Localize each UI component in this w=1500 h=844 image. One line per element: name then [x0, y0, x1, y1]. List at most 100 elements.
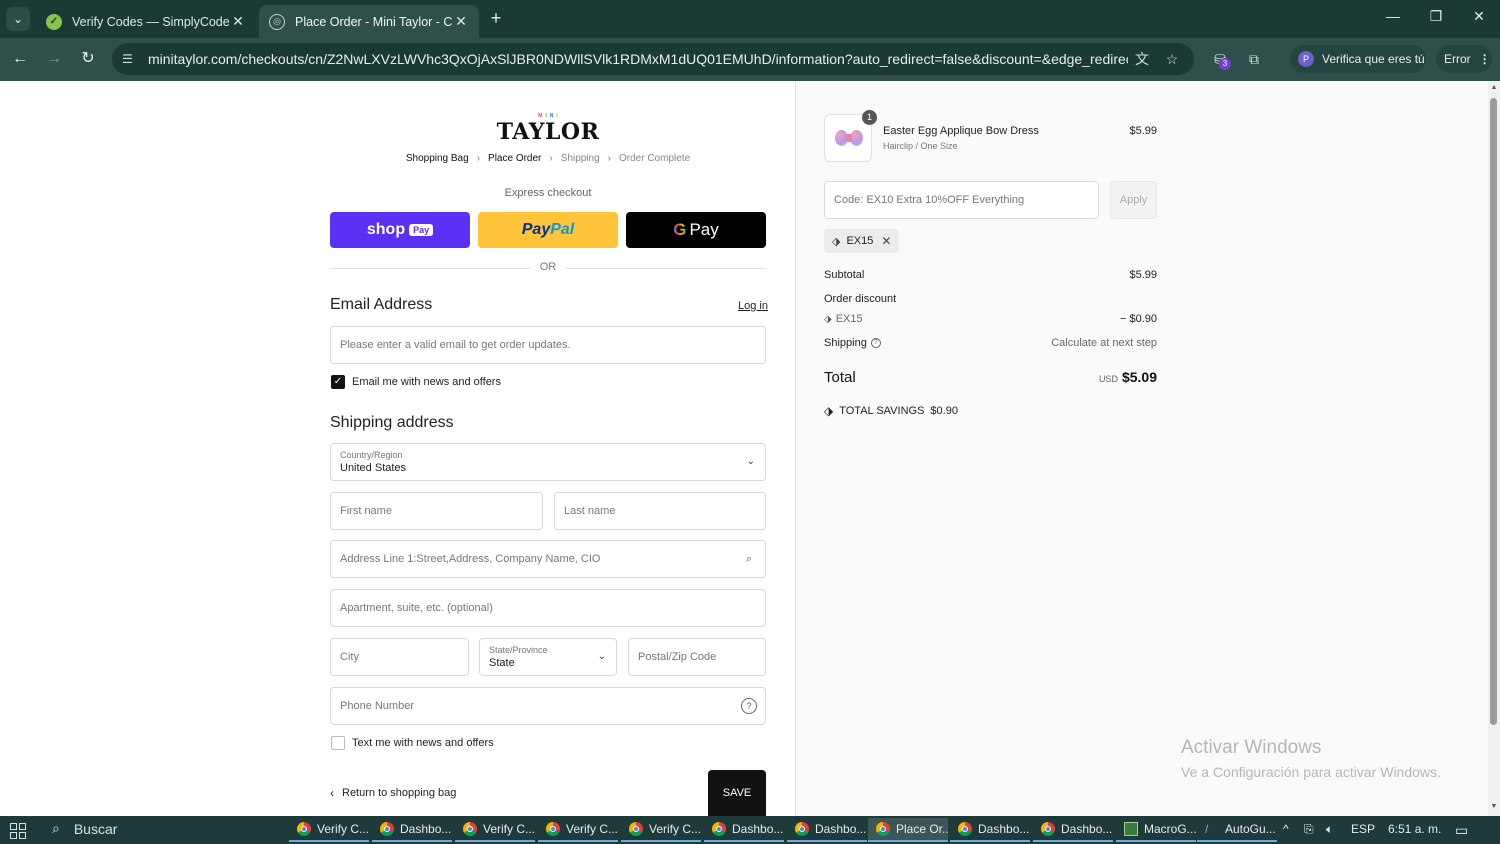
- start-button[interactable]: [10, 823, 26, 839]
- total-savings: ⬗ TOTAL SAVINGS $0.90: [824, 404, 958, 418]
- store-logo[interactable]: MINI TAYLOR: [448, 113, 648, 145]
- taskbar-item-active[interactable]: Place Or...: [868, 818, 948, 842]
- tag-icon: ⬗: [824, 404, 834, 418]
- tab-verify-codes[interactable]: ✓ Verify Codes — SimplyCodes ✕: [36, 5, 256, 38]
- order-summary: 1 Easter Egg Applique Bow Dress Hairclip…: [796, 81, 1488, 816]
- paypal-button[interactable]: Pay Pal: [478, 212, 618, 248]
- close-window-icon[interactable]: ✕: [1469, 8, 1489, 25]
- extensions-puzzle-icon[interactable]: ⧉: [1243, 48, 1265, 70]
- minimize-icon[interactable]: —: [1383, 8, 1403, 24]
- postal-code-field[interactable]: Postal/Zip Code: [628, 638, 766, 676]
- tab-place-order[interactable]: ◎ Place Order - Mini Taylor - Chec ✕: [259, 5, 479, 38]
- tab-search-button[interactable]: ⌄: [6, 7, 30, 31]
- avatar: P: [1298, 51, 1314, 67]
- page-scrollbar[interactable]: ▲ ▼: [1488, 81, 1500, 816]
- chevron-up-icon[interactable]: ^: [1283, 822, 1289, 836]
- save-button[interactable]: SAVE: [708, 770, 766, 816]
- clock[interactable]: 6:51 a. m.: [1388, 822, 1441, 836]
- chrome-icon: [958, 822, 972, 836]
- tab-title: Place Order - Mini Taylor - Chec: [295, 14, 453, 29]
- taskbar-item[interactable]: Dashbo...: [950, 818, 1030, 842]
- text-news-checkbox[interactable]: [331, 736, 345, 750]
- taskbar-item[interactable]: Verify C...: [455, 818, 535, 842]
- extension-badge: 3: [1219, 58, 1231, 70]
- language-indicator[interactable]: ESP: [1351, 822, 1375, 836]
- chrome-icon: [546, 822, 560, 836]
- address-bar[interactable]: ☰ minitaylor.com/checkouts/cn/Z2NwLXVzLW…: [112, 43, 1194, 75]
- taskbar-item[interactable]: Verify C...: [621, 818, 701, 842]
- first-name-field[interactable]: First name: [330, 492, 543, 530]
- error-menu-button[interactable]: Error ⋮: [1436, 45, 1492, 73]
- shipping-heading: Shipping address: [330, 414, 454, 431]
- shipping-row: Shipping? Calculate at next step: [824, 337, 1157, 349]
- chrome-icon: [463, 822, 477, 836]
- breadcrumb-shopping-bag[interactable]: Shopping Bag: [406, 153, 469, 164]
- close-tab-icon[interactable]: ✕: [453, 13, 469, 30]
- quantity-badge: 1: [862, 110, 877, 125]
- remove-code-icon[interactable]: ✕: [881, 234, 891, 248]
- total-row: Total USD $5.09: [824, 369, 1157, 386]
- last-name-field[interactable]: Last name: [554, 492, 766, 530]
- network-icon[interactable]: ⎘: [1304, 822, 1314, 837]
- return-to-bag-link[interactable]: ‹ Return to shopping bag: [330, 786, 456, 800]
- taskbar-item[interactable]: MacroG...: [1116, 818, 1196, 842]
- country-value: United States: [340, 462, 407, 474]
- chevron-down-icon: ⌄: [746, 456, 755, 467]
- taskbar-item[interactable]: / AutoGu...: [1197, 818, 1277, 842]
- breadcrumb: Shopping Bag › Place Order › Shipping › …: [330, 153, 766, 164]
- subtotal-row: Subtotal $5.99: [824, 269, 1157, 281]
- site-info-icon[interactable]: ☰: [122, 52, 140, 66]
- email-heading: Email Address: [330, 296, 433, 313]
- taskbar-item[interactable]: Dashbo...: [704, 818, 784, 842]
- chevron-right-icon: ›: [607, 153, 611, 164]
- url-text[interactable]: minitaylor.com/checkouts/cn/Z2NwLXVzLWVh…: [148, 51, 1128, 67]
- chrome-icon: [297, 822, 311, 836]
- apartment-field[interactable]: Apartment, suite, etc. (optional): [330, 589, 766, 627]
- express-checkout-label: Express checkout: [504, 187, 592, 199]
- help-icon[interactable]: ?: [741, 698, 757, 714]
- address-line1-field[interactable]: Address Line 1:Street,Address, Company N…: [330, 540, 766, 578]
- tag-icon: ⬗: [832, 235, 841, 248]
- new-tab-button[interactable]: +: [486, 8, 506, 29]
- chevron-down-icon: ⌄: [597, 651, 606, 662]
- city-field[interactable]: City: [330, 638, 469, 676]
- login-link[interactable]: Log in: [738, 300, 768, 312]
- phone-field[interactable]: Phone Number ?: [330, 687, 766, 725]
- taskbar-item[interactable]: Verify C...: [538, 818, 618, 842]
- taskbar-item[interactable]: Dashbo...: [1033, 818, 1113, 842]
- email-news-checkbox[interactable]: ✓: [331, 375, 345, 389]
- notification-icon[interactable]: ▭: [1455, 822, 1468, 839]
- taskbar-item[interactable]: Dashbo...: [372, 818, 452, 842]
- email-placeholder: Please enter a valid email to get order …: [340, 339, 571, 351]
- google-pay-button[interactable]: G Pay: [626, 212, 766, 248]
- profile-button[interactable]: P Verifica que eres tú: [1290, 45, 1426, 73]
- volume-icon[interactable]: 🔈︎: [1326, 822, 1333, 837]
- taskbar-item[interactable]: Verify C...: [289, 818, 369, 842]
- discount-code-input[interactable]: Code: EX10 Extra 10%OFF Everything: [824, 181, 1099, 219]
- state-select[interactable]: State/Province State ⌄: [479, 638, 617, 676]
- product-variant: Hairclip / One Size: [883, 141, 958, 151]
- forward-icon[interactable]: →: [43, 48, 65, 70]
- tab-title: Verify Codes — SimplyCodes: [72, 14, 230, 29]
- bookmark-star-icon[interactable]: ☆: [1162, 49, 1182, 69]
- taskbar-search[interactable]: ⌕ Buscar: [52, 820, 117, 837]
- restore-icon[interactable]: ❐: [1426, 8, 1446, 25]
- tag-icon: ⬗: [824, 314, 832, 325]
- email-field[interactable]: Please enter a valid email to get order …: [330, 326, 766, 364]
- reload-icon[interactable]: ↻: [77, 48, 99, 70]
- checkout-page: MINI TAYLOR Shopping Bag › Place Order ›…: [0, 81, 1500, 816]
- country-select[interactable]: Country/Region United States ⌄: [330, 443, 766, 481]
- scroll-down-icon: ▼: [1490, 803, 1498, 810]
- error-label: Error: [1444, 52, 1471, 66]
- chrome-icon: [795, 822, 809, 836]
- help-icon[interactable]: ?: [870, 338, 881, 349]
- apply-button[interactable]: Apply: [1110, 181, 1157, 219]
- shop-pay-button[interactable]: shop Pay: [330, 212, 470, 248]
- translate-icon[interactable]: 文: [1132, 49, 1152, 69]
- search-icon: ⌕: [52, 820, 60, 836]
- taskbar-item[interactable]: Dashbo...: [787, 818, 867, 842]
- chevron-left-icon: ‹: [330, 786, 334, 800]
- country-label: Country/Region: [340, 450, 403, 460]
- back-icon[interactable]: ←: [9, 48, 31, 70]
- close-tab-icon[interactable]: ✕: [230, 13, 246, 30]
